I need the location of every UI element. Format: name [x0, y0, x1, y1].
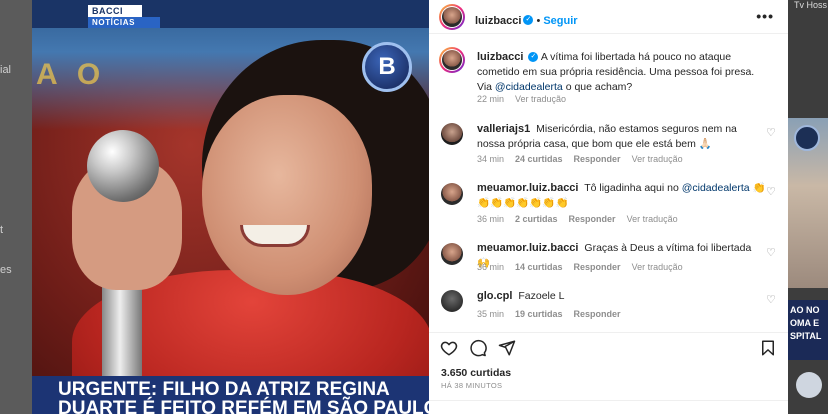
- comment-meta: 34 min 24 curtidas Responder Ver tradução: [477, 154, 694, 164]
- comment-text: valleriajs1 Misericórdia, não estamos se…: [477, 122, 767, 152]
- comment-likes[interactable]: 19 curtidas: [515, 309, 563, 319]
- comment-time[interactable]: 35 min: [477, 309, 504, 319]
- comment-body: Fazoele L: [518, 290, 565, 302]
- backdrop-caption-line: SPITAL: [790, 331, 822, 341]
- post-header: luizbacci ✓ • Seguir •••: [429, 0, 788, 34]
- comment-username[interactable]: valleriajs1: [477, 123, 530, 135]
- brand-bottom: NOTÍCIAS: [88, 17, 160, 28]
- comment-username[interactable]: meuamor.luiz.bacci: [477, 242, 578, 254]
- comment-likes[interactable]: 14 curtidas: [515, 262, 563, 272]
- avatar[interactable]: [441, 243, 463, 265]
- backdrop-left-text: es: [0, 264, 12, 276]
- headline-line: DUARTE É FEITO REFÉM EM SÃO PAULO: [58, 398, 429, 414]
- header-username[interactable]: luizbacci: [475, 15, 521, 27]
- backdrop-logo: [796, 372, 822, 398]
- bookmark-icon[interactable]: [759, 339, 777, 357]
- translate-link[interactable]: Ver tradução: [627, 214, 678, 224]
- backdrop-right: Tv Hoss AO NO OMA E SPITAL: [788, 0, 828, 414]
- post-details-panel: luizbacci ✓ • Seguir ••• luizbacci ✓ A vítim…: [429, 0, 788, 414]
- comment-icon[interactable]: [469, 339, 487, 357]
- header-user: luizbacci ✓ • Seguir: [475, 11, 578, 29]
- caption-meta: 22 min Ver tradução: [477, 94, 577, 104]
- add-comment-area[interactable]: [429, 400, 788, 414]
- avatar[interactable]: [439, 47, 465, 73]
- comment-time[interactable]: 36 min: [477, 214, 504, 224]
- avatar-image: [442, 7, 462, 27]
- comment-username[interactable]: meuamor.luiz.bacci: [477, 182, 578, 194]
- comment-username[interactable]: glo.cpl: [477, 290, 512, 302]
- backdrop-logo: [794, 125, 820, 151]
- comment-time[interactable]: 36 min: [477, 262, 504, 272]
- translate-link[interactable]: Ver tradução: [515, 94, 566, 104]
- backdrop-left-text: ial: [0, 64, 12, 76]
- caption-body: o que acham?: [562, 81, 633, 93]
- brand-top: BACCI: [88, 5, 142, 17]
- avatar-image: [442, 50, 462, 70]
- backdrop-right-text: Tv Hoss: [794, 0, 828, 10]
- channel-logo: B: [362, 42, 412, 92]
- trophy-ball: [87, 130, 159, 202]
- verified-badge-icon: ✓: [523, 14, 534, 25]
- verified-badge-icon: ✓: [528, 52, 539, 63]
- comment-meta: 35 min 19 curtidas Responder: [477, 309, 632, 319]
- comment-like-heart-icon[interactable]: ♡: [766, 295, 777, 306]
- reply-button[interactable]: Responder: [574, 309, 621, 319]
- backdrop-caption-line: AO NO: [790, 305, 820, 315]
- comment-like-heart-icon[interactable]: ♡: [766, 187, 777, 198]
- reply-button[interactable]: Responder: [569, 214, 616, 224]
- stage-letters: A O: [36, 58, 107, 91]
- caption-time[interactable]: 22 min: [477, 94, 504, 104]
- comment-text: glo.cpl Fazoele L: [477, 289, 767, 304]
- comment-likes[interactable]: 2 curtidas: [515, 214, 558, 224]
- comment-likes[interactable]: 24 curtidas: [515, 154, 563, 164]
- portrait-face: [202, 95, 372, 295]
- post-image[interactable]: A O BACCI NOTÍCIAS B URGENTE: FILHO DA A…: [32, 0, 429, 414]
- avatar[interactable]: [441, 290, 463, 312]
- post-headline: URGENTE: FILHO DA ATRIZ REGINA DUARTE É …: [32, 376, 429, 414]
- comment-body: Tô ligadinha aqui no: [584, 182, 682, 194]
- heart-icon[interactable]: [440, 339, 458, 357]
- portrait-smile: [240, 225, 310, 247]
- mention-link[interactable]: @cidadealerta: [682, 182, 750, 194]
- more-options-icon[interactable]: •••: [756, 8, 774, 24]
- avatar[interactable]: [441, 123, 463, 145]
- comment-time[interactable]: 34 min: [477, 154, 504, 164]
- reply-button[interactable]: Responder: [574, 154, 621, 164]
- translate-link[interactable]: Ver tradução: [632, 262, 683, 272]
- comment-like-heart-icon[interactable]: ♡: [766, 128, 777, 139]
- caption-username[interactable]: luizbacci: [477, 51, 523, 63]
- comment-like-heart-icon[interactable]: ♡: [766, 248, 777, 259]
- share-icon[interactable]: [498, 339, 516, 357]
- brand-badge: BACCI NOTÍCIAS: [88, 5, 162, 28]
- backdrop-left: ial t es: [0, 0, 32, 414]
- avatar[interactable]: [439, 4, 465, 30]
- mention-link[interactable]: @cidadealerta: [495, 81, 563, 93]
- backdrop-caption-line: OMA E: [790, 318, 820, 328]
- backdrop-caption: AO NO OMA E SPITAL: [788, 300, 828, 360]
- avatar[interactable]: [441, 183, 463, 205]
- comment-meta: 36 min 14 curtidas Responder Ver tradução: [477, 262, 694, 272]
- separator-dot: •: [536, 15, 541, 27]
- comment-text: meuamor.luiz.bacci Tô ligadinha aqui no …: [477, 181, 767, 211]
- backdrop-left-text: t: [0, 224, 4, 236]
- comment-meta: 36 min 2 curtidas Responder Ver tradução: [477, 214, 689, 224]
- headline-line: URGENTE: FILHO DA ATRIZ REGINA: [58, 379, 390, 400]
- follow-button[interactable]: Seguir: [543, 15, 577, 27]
- caption-text: luizbacci ✓ A vítima foi libertada há pou…: [477, 50, 767, 95]
- likes-count[interactable]: 3.650 curtidas: [441, 367, 511, 379]
- translate-link[interactable]: Ver tradução: [632, 154, 683, 164]
- reply-button[interactable]: Responder: [574, 262, 621, 272]
- post-time[interactable]: HÁ 38 MINUTOS: [441, 381, 502, 390]
- action-bar: [429, 332, 788, 360]
